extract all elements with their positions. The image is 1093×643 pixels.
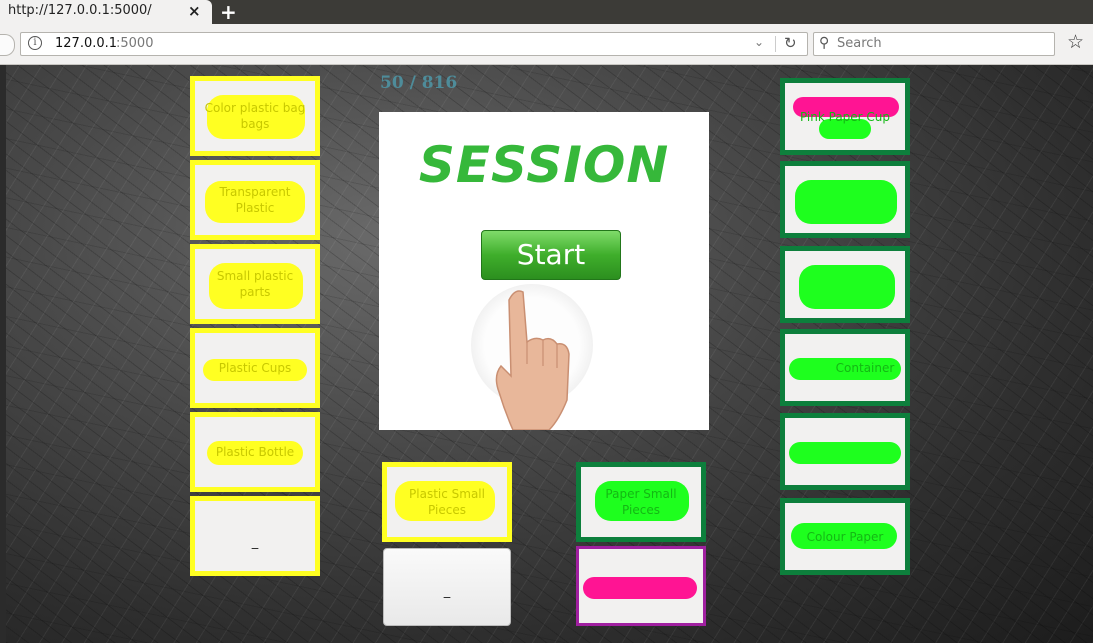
start-button[interactable]: Start [481, 230, 621, 280]
highlight-mark [795, 180, 897, 224]
card-label: Small plastic parts [216, 269, 294, 299]
card-bottom-plastic[interactable]: Plastic Small Pieces [382, 462, 512, 542]
card-label: Pink Paper Cup [799, 109, 891, 124]
search-placeholder: Search [837, 36, 882, 51]
card-label: Plastic Bottle [215, 445, 295, 459]
back-button[interactable] [0, 34, 15, 56]
card-label: _ [251, 535, 259, 550]
chevron-down-icon[interactable]: ⌄ [754, 35, 764, 49]
info-icon[interactable]: i [28, 36, 42, 50]
tab-title: http://127.0.0.1:5000/ [8, 3, 152, 18]
card-label: _ [443, 584, 451, 599]
card-right-6[interactable]: Colour Paper [780, 498, 910, 575]
card-bottom-empty[interactable]: _ [383, 548, 511, 626]
highlight-mark [583, 577, 697, 599]
highlight-mark [799, 265, 895, 309]
card-left-5[interactable]: Plastic Bottle [190, 412, 320, 492]
search-icon: ⚲ [819, 35, 830, 51]
browser-tab[interactable]: http://127.0.0.1:5000/ × [0, 0, 212, 24]
new-tab-button[interactable]: + [220, 0, 237, 24]
card-label: Container [835, 360, 895, 375]
nav-toolbar: i 127.0.0.1 :5000 ⌄ ↻ ⚲ Search ☆ [0, 24, 1093, 65]
card-right-2[interactable] [780, 161, 910, 238]
card-left-3[interactable]: Small plastic parts [190, 244, 320, 324]
card-label: Paper Small Pieces [605, 487, 677, 517]
session-title: SESSION [418, 136, 670, 194]
reload-icon[interactable]: ↻ [784, 34, 797, 52]
card-left-6[interactable]: _ [190, 496, 320, 576]
close-tab-icon[interactable]: × [188, 2, 201, 20]
card-label: Colour Paper [806, 529, 884, 544]
card-right-1[interactable]: Pink Paper Cup [780, 78, 910, 155]
card-bottom-pink[interactable] [576, 546, 706, 626]
progress-counter: 50 / 816 [380, 73, 458, 93]
url-host: 127.0.0.1 [55, 36, 118, 51]
card-label: Transparent Plastic [219, 185, 291, 215]
bookmark-star-icon[interactable]: ☆ [1067, 31, 1084, 53]
card-right-5[interactable] [780, 413, 910, 490]
card-bottom-paper[interactable]: Paper Small Pieces [576, 462, 706, 542]
url-port: :5000 [116, 36, 154, 51]
card-right-3[interactable] [780, 246, 910, 323]
tab-bar: http://127.0.0.1:5000/ × + [0, 0, 1093, 24]
highlight-mark [789, 442, 901, 464]
address-bar[interactable]: i 127.0.0.1 :5000 ⌄ ↻ [20, 32, 808, 56]
card-left-1[interactable]: Color plastic bag bags [190, 76, 320, 156]
separator [775, 36, 776, 52]
search-input[interactable]: ⚲ Search [813, 32, 1055, 56]
session-panel: SESSION Start [379, 112, 709, 430]
pointing-hand-icon [495, 290, 570, 430]
card-label: Plastic Small Pieces [409, 487, 485, 517]
card-left-4[interactable]: Plastic Cups [190, 328, 320, 408]
card-label: Plastic Cups [218, 361, 292, 375]
card-left-2[interactable]: Transparent Plastic [190, 160, 320, 240]
card-right-4[interactable]: Container [780, 329, 910, 406]
card-label: Color plastic bag bags [204, 101, 306, 131]
